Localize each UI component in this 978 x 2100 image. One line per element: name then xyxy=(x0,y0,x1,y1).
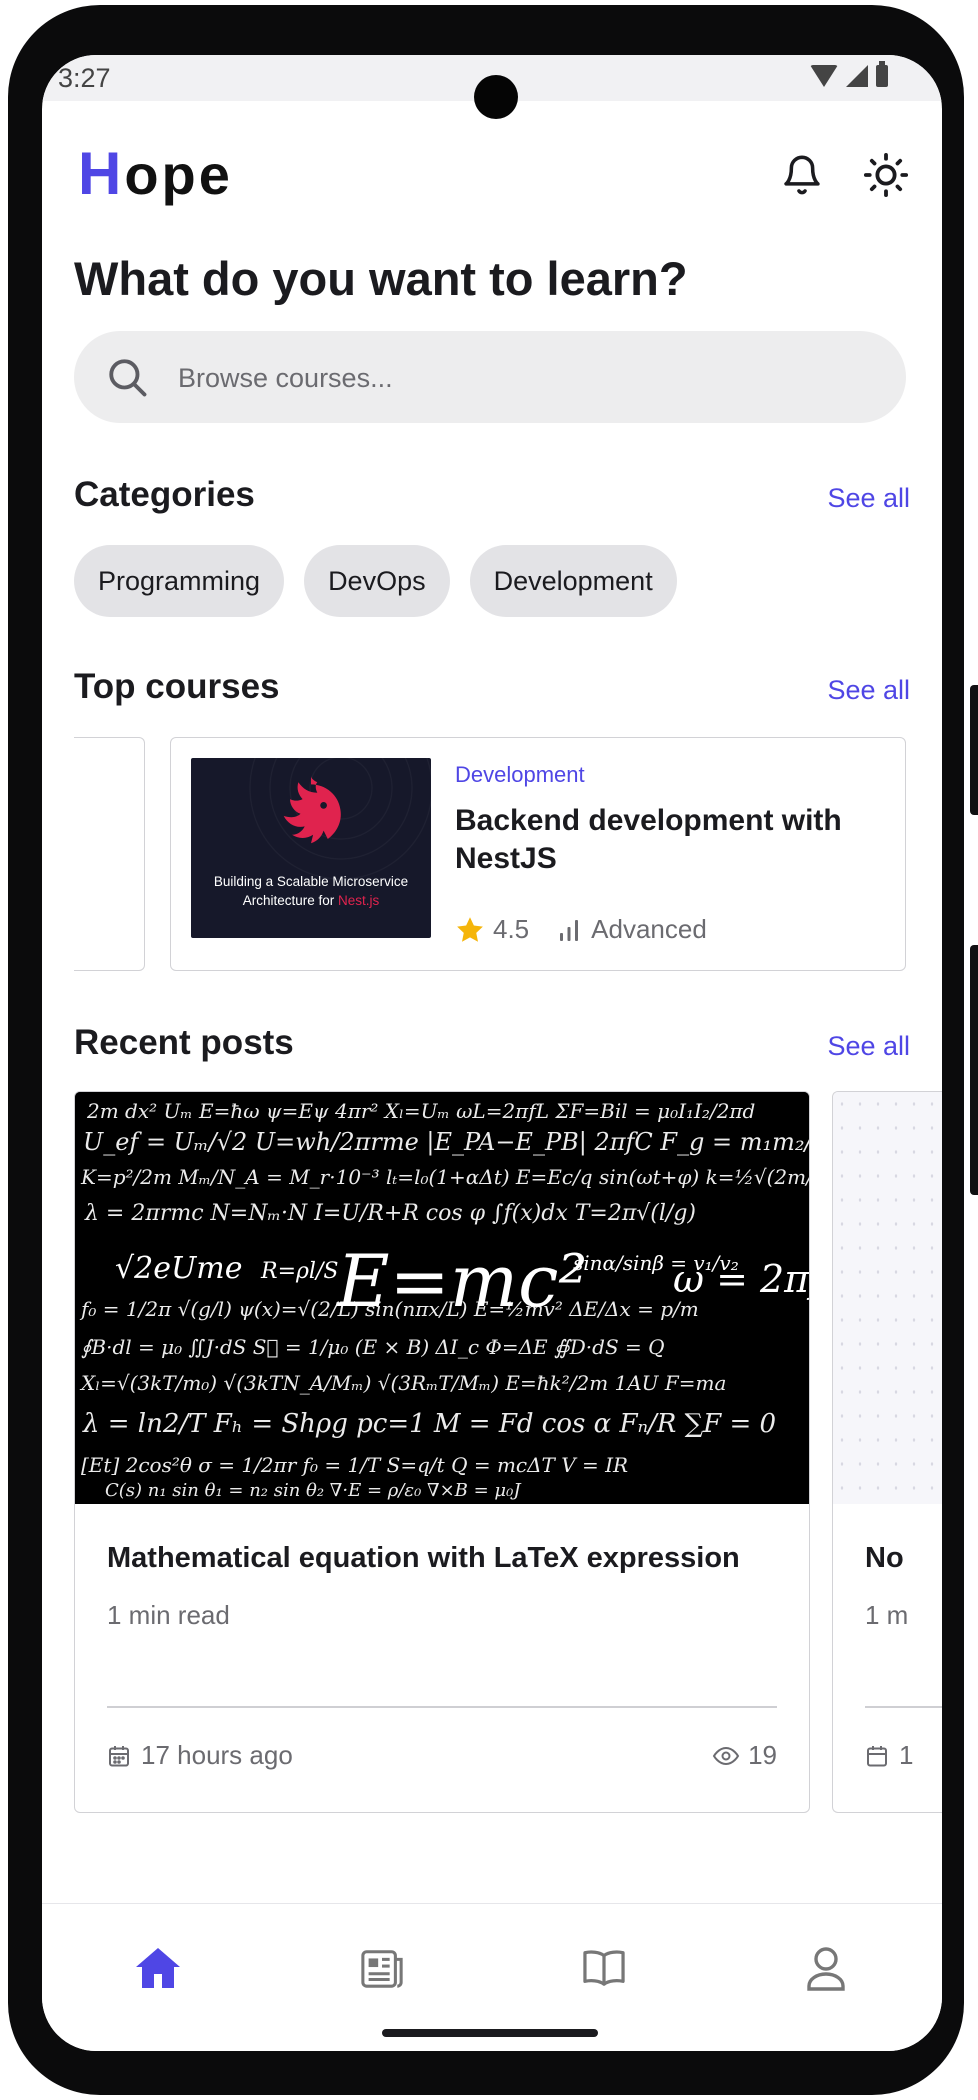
eye-icon xyxy=(712,1746,740,1765)
volume-button xyxy=(970,685,978,815)
svg-text:√2eUme: √2eUme xyxy=(115,1251,242,1286)
wifi-icon xyxy=(810,65,838,87)
svg-text:λ = 2πrmc N=Nₘ·N I=U/R+R: λ = 2πrmc N=Nₘ·N I=U/R+R cos φ ∫f(x)dx T… xyxy=(84,1201,696,1226)
book-icon xyxy=(583,1950,625,1986)
logo-letter: H xyxy=(78,140,125,207)
calendar-icon xyxy=(867,1745,887,1766)
course-category: Development xyxy=(455,762,585,787)
svg-text:2m dx² Uₘ E=ħω ψ=Eψ 4πr² X: 2m dx² Uₘ E=ħω ψ=Eψ 4πr² Xₗ=Uₘ ωL=2πfL Σ… xyxy=(86,1099,755,1123)
post-image-next xyxy=(833,1092,942,1504)
thumbnail-line-1: Building a Scalable Microservice xyxy=(213,874,409,889)
post-title-next: No xyxy=(865,1542,904,1574)
nav-posts[interactable] xyxy=(352,1938,412,1998)
recent-posts-title: Recent posts xyxy=(74,1023,294,1062)
post-read-time: 1 min read xyxy=(107,1600,230,1630)
calendar-icon xyxy=(109,1745,129,1766)
nav-home[interactable] xyxy=(128,1938,188,1998)
svg-text:R=ρl/S: R=ρl/S xyxy=(260,1259,338,1284)
thumbnail-caption: Building a Scalable Microservice Archite… xyxy=(191,872,431,910)
recent-posts-see-all-link[interactable]: See all xyxy=(827,1031,910,1062)
top-courses-title: Top courses xyxy=(74,667,280,706)
course-thumbnail: Building a Scalable Microservice Archite… xyxy=(191,758,431,938)
svg-text:f₀ = 1/2π √(g/l) ψ(x)=√(2/L): f₀ = 1/2π √(g/l) ψ(x)=√(2/L) sin(nπx/L) … xyxy=(79,1297,699,1321)
search-icon xyxy=(106,356,148,403)
svg-text:C(s) n₁ sin θ₁ = n₂ sin θ₂: C(s) n₁ sin θ₁ = n₂ sin θ₂ ∇·E = ρ/ε₀ ∇×… xyxy=(105,1480,522,1501)
course-title: Backend development with NestJS xyxy=(455,804,842,875)
category-chip-development[interactable]: Development xyxy=(469,545,677,617)
search-input[interactable] xyxy=(176,349,860,407)
svg-text:K=p²/2m Mₘ/N_A = M_r·10⁻³: K=p²/2m Mₘ/N_A = M_r·10⁻³ lₜ=l₀(1+αΔt) E… xyxy=(80,1165,809,1189)
post-divider-next xyxy=(865,1706,942,1708)
svg-text:Xₗ=√(3kT/m₀) √(3kTN_A/Mₘ): Xₗ=√(3kT/m₀) √(3kTN_A/Mₘ) √(3RₘT/Mₘ) E=ħ… xyxy=(79,1371,726,1395)
equations-chalkboard-image: 2m dx² Uₘ E=ħω ψ=Eψ 4πr² Xₗ=Uₘ ωL=2πfL Σ… xyxy=(75,1092,809,1504)
status-icons xyxy=(810,61,888,87)
course-rating: 4.5 xyxy=(493,914,530,944)
course-card[interactable]: Building a Scalable Microservice Archite… xyxy=(170,737,906,971)
svg-text:λ = ln2/T Fₕ = Shρg pc=1: λ = ln2/T Fₕ = Shρg pc=1 M = Fd cos α Fₙ… xyxy=(82,1409,776,1439)
post-views: 19 xyxy=(712,1740,777,1771)
nav-profile[interactable] xyxy=(796,1938,856,1998)
front-camera xyxy=(474,75,518,119)
svg-text:ω = 2πf: ω = 2πf xyxy=(673,1257,809,1301)
home-indicator xyxy=(382,2029,598,2037)
post-date-text: 17 hours ago xyxy=(141,1740,293,1770)
categories-see-all-link[interactable]: See all xyxy=(827,483,910,514)
nestjs-logo-icon xyxy=(283,776,341,844)
star-icon xyxy=(457,916,483,942)
post-image: 2m dx² Uₘ E=ħω ψ=Eψ 4πr² Xₗ=Uₘ ωL=2πfL Σ… xyxy=(75,1092,809,1504)
category-chip-devops[interactable]: DevOps xyxy=(304,545,450,617)
newspaper-icon xyxy=(361,1950,403,1988)
course-meta: 4.5 Advanced xyxy=(455,914,707,945)
search-bar[interactable] xyxy=(74,331,906,423)
course-card-previous[interactable] xyxy=(74,737,145,971)
power-button xyxy=(970,945,978,1195)
nav-courses[interactable] xyxy=(574,1938,634,1998)
svg-text:[Et] 2cos²θ σ = 1/2πr f₀: [Et] 2cos²θ σ = 1/2πr f₀ = 1/T S=q/t Q =… xyxy=(81,1453,628,1477)
course-level: Advanced xyxy=(591,914,707,944)
post-card[interactable]: 2m dx² Uₘ E=ħω ψ=Eψ 4πr² Xₗ=Uₘ ωL=2πfL Σ… xyxy=(74,1091,810,1813)
post-views-count: 19 xyxy=(748,1740,777,1770)
post-card-next[interactable]: No 1 m 1 xyxy=(832,1091,942,1813)
user-icon xyxy=(807,1947,845,1991)
signal-icon xyxy=(846,65,868,87)
app-screen: 3:27 Hope What do you want to learn? Bro… xyxy=(42,55,942,2051)
svg-text:∮B·dl = μ₀ ∬J·dS S⃗ = 1/μ₀: ∮B·dl = μ₀ ∬J·dS S⃗ = 1/μ₀ (E × B) ΔI_c … xyxy=(81,1335,665,1359)
app-logo: Hope xyxy=(78,139,233,208)
post-date-next: 1 xyxy=(865,1740,913,1771)
post-date-text-next: 1 xyxy=(899,1740,914,1770)
sun-icon[interactable] xyxy=(858,147,914,203)
post-read-time-next: 1 m xyxy=(865,1600,909,1630)
level-bars-icon xyxy=(560,919,579,941)
thumbnail-line-2-text: Architecture for xyxy=(242,893,339,908)
post-date: 17 hours ago xyxy=(107,1740,293,1771)
post-divider xyxy=(107,1706,777,1708)
phone-frame: 3:27 Hope What do you want to learn? Bro… xyxy=(8,5,978,2095)
categories-title: Categories xyxy=(74,475,255,514)
svg-text:U_ef = Uₘ/√2 U=wh/2πrme |E: U_ef = Uₘ/√2 U=wh/2πrme |E_PA−E_PB| 2πfC… xyxy=(83,1128,809,1157)
status-time: 3:27 xyxy=(58,63,111,93)
top-courses-see-all-link[interactable]: See all xyxy=(827,675,910,706)
post-title: Mathematical equation with LaTeX express… xyxy=(107,1542,740,1574)
bell-icon[interactable] xyxy=(774,147,830,203)
home-icon xyxy=(136,1948,180,1988)
thumbnail-brand: Nest.js xyxy=(338,893,380,908)
page-headline: What do you want to learn? xyxy=(74,252,688,305)
logo-rest: ope xyxy=(124,143,233,206)
battery-icon xyxy=(876,61,888,87)
category-chips: Programming DevOps Development xyxy=(74,545,677,617)
thumbnail-line-2: Architecture for Nest.js xyxy=(191,891,431,910)
category-chip-programming[interactable]: Programming xyxy=(74,545,285,617)
